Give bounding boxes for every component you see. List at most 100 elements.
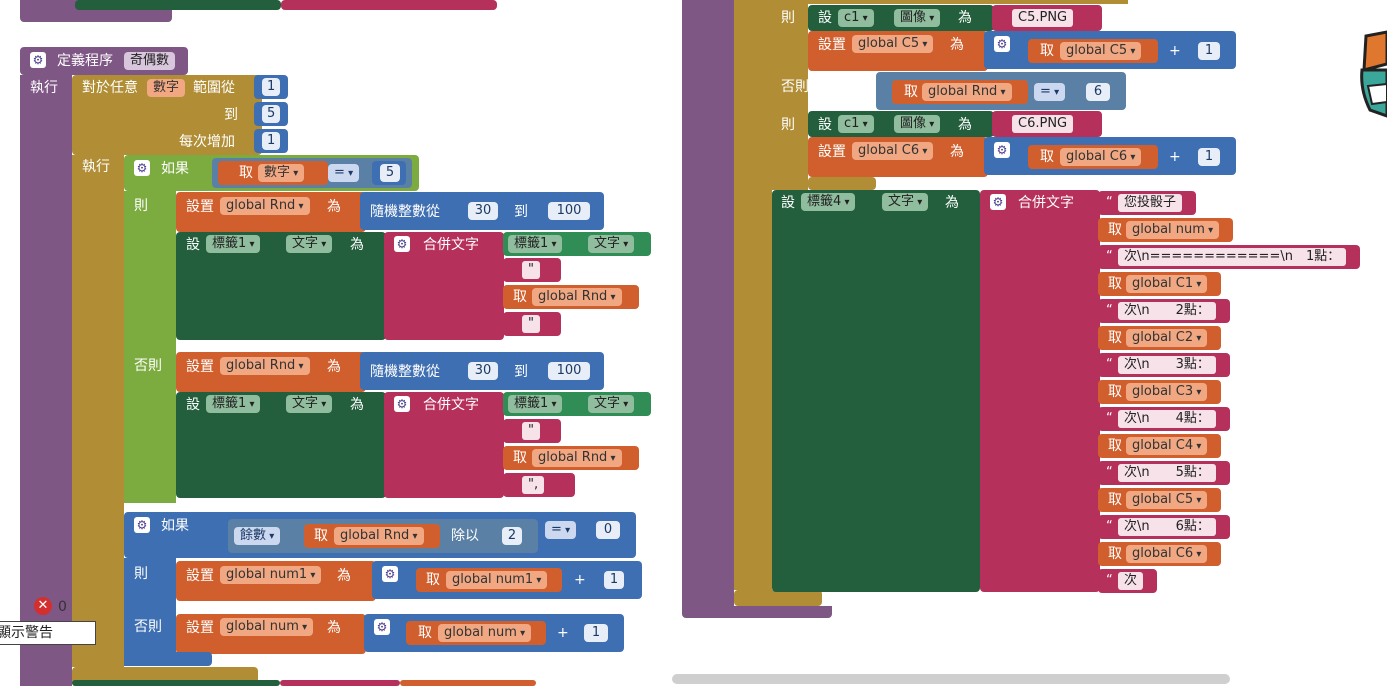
- random-from[interactable]: 30: [468, 202, 498, 220]
- text-value[interactable]: ",: [522, 476, 545, 494]
- component-dropdown[interactable]: 標籤1: [206, 235, 261, 253]
- text-value[interactable]: 次\n 5點：: [1118, 464, 1216, 482]
- text-block[interactable]: “ 次\n 3點：: [1098, 353, 1230, 377]
- text-block[interactable]: “ 次\n 6點：: [1098, 515, 1230, 539]
- text-value[interactable]: 次\n============\n 1點：: [1118, 248, 1347, 266]
- partial-block[interactable]: [72, 680, 280, 686]
- property-dropdown[interactable]: 文字: [286, 235, 333, 253]
- previous-set-block[interactable]: [75, 0, 281, 10]
- previous-join-block[interactable]: [281, 0, 497, 10]
- component-dropdown[interactable]: c1: [838, 9, 874, 27]
- divide-value[interactable]: 2: [502, 527, 522, 545]
- variable-dropdown[interactable]: global Rnd: [334, 527, 424, 545]
- text-value[interactable]: 次\n 6點：: [1118, 518, 1216, 536]
- variable-dropdown[interactable]: global C5: [1126, 491, 1208, 509]
- if-block-1-body[interactable]: [124, 191, 176, 503]
- text-block[interactable]: “ 次\n 2點：: [1098, 299, 1230, 323]
- random-to[interactable]: 100: [548, 202, 590, 220]
- for-variable-field[interactable]: 數字: [147, 79, 186, 97]
- component-dropdown[interactable]: 標籤1: [508, 395, 563, 413]
- variable-dropdown[interactable]: global num: [1126, 221, 1220, 239]
- text-value[interactable]: 次\n 3點：: [1118, 356, 1216, 374]
- get-variable-block[interactable]: 取 global num: [1098, 218, 1233, 242]
- text-value[interactable]: 次\n 4點：: [1118, 410, 1216, 428]
- operator-dropdown[interactable]: =: [1034, 83, 1066, 101]
- partial-block[interactable]: [280, 680, 400, 686]
- variable-dropdown[interactable]: global C6: [1126, 545, 1208, 563]
- get-variable-block[interactable]: 取 global C5: [1098, 488, 1221, 512]
- component-dropdown[interactable]: 標籤1: [206, 395, 261, 413]
- operator-dropdown[interactable]: =: [545, 521, 577, 539]
- gear-icon[interactable]: ⚙: [30, 52, 46, 68]
- text-value[interactable]: C6.PNG: [1012, 115, 1074, 133]
- gear-icon[interactable]: ⚙: [394, 236, 410, 252]
- variable-dropdown[interactable]: global C1: [1126, 275, 1208, 293]
- add-value[interactable]: 1: [1198, 42, 1220, 60]
- partial-block[interactable]: [400, 680, 536, 686]
- for-range-body[interactable]: [72, 155, 124, 667]
- event-block-body[interactable]: [682, 0, 734, 606]
- add-value[interactable]: 1: [584, 624, 608, 642]
- random-to[interactable]: 100: [548, 362, 590, 380]
- trash-can-icon[interactable]: [1356, 30, 1387, 118]
- variable-dropdown[interactable]: global Rnd: [220, 357, 310, 375]
- variable-dropdown[interactable]: global C5: [852, 35, 934, 53]
- get-variable-block[interactable]: 取 global C2: [1098, 326, 1221, 350]
- component-dropdown[interactable]: 標籤1: [508, 235, 563, 253]
- from-value[interactable]: 1: [262, 78, 280, 96]
- gear-icon[interactable]: ⚙: [994, 36, 1010, 52]
- math-op-dropdown[interactable]: 餘數: [234, 527, 281, 545]
- get-variable-block[interactable]: 取 global C4: [1098, 434, 1221, 458]
- variable-dropdown[interactable]: global C2: [1126, 329, 1208, 347]
- variable-dropdown[interactable]: global Rnd: [922, 83, 1012, 101]
- random-from[interactable]: 30: [468, 362, 498, 380]
- add-value[interactable]: 1: [604, 571, 624, 589]
- variable-dropdown[interactable]: global Rnd: [220, 197, 310, 215]
- text-block[interactable]: “ 您投骰子: [1098, 191, 1196, 215]
- variable-dropdown[interactable]: global num1: [446, 571, 548, 589]
- get-variable-block[interactable]: 取 global C3: [1098, 380, 1221, 404]
- property-dropdown[interactable]: 文字: [882, 193, 929, 211]
- text-block[interactable]: “次: [1098, 569, 1157, 593]
- variable-dropdown[interactable]: global num: [438, 624, 532, 642]
- compare-value[interactable]: 5: [380, 164, 400, 182]
- gear-icon[interactable]: ⚙: [134, 160, 150, 176]
- procedure-body[interactable]: [20, 75, 72, 686]
- property-dropdown[interactable]: 圖像: [894, 115, 941, 133]
- gear-icon[interactable]: ⚙: [394, 396, 410, 412]
- compare-value[interactable]: 0: [596, 521, 620, 539]
- variable-dropdown[interactable]: global Rnd: [532, 449, 622, 467]
- variable-dropdown[interactable]: global num: [220, 618, 314, 636]
- text-block[interactable]: “ 次\n============\n 1點：: [1098, 245, 1360, 269]
- get-variable-block[interactable]: 取 global C6: [1098, 542, 1221, 566]
- variable-dropdown[interactable]: global C5: [1060, 42, 1142, 60]
- add-value[interactable]: 1: [1198, 148, 1220, 166]
- component-dropdown[interactable]: c1: [838, 115, 874, 133]
- to-value[interactable]: 5: [262, 105, 280, 123]
- gear-icon[interactable]: ⚙: [134, 517, 150, 533]
- set-label4-block[interactable]: [772, 190, 980, 592]
- property-dropdown[interactable]: 文字: [286, 395, 333, 413]
- horizontal-scrollbar[interactable]: [672, 674, 1230, 684]
- step-value[interactable]: 1: [262, 132, 280, 150]
- text-value[interactable]: 次\n 2點：: [1118, 302, 1216, 320]
- text-value[interactable]: ": [522, 315, 540, 333]
- gear-icon[interactable]: ⚙: [382, 566, 398, 582]
- text-block[interactable]: “ 次\n 5點：: [1098, 461, 1230, 485]
- variable-dropdown[interactable]: global C6: [1060, 148, 1142, 166]
- text-value[interactable]: C5.PNG: [1012, 9, 1074, 27]
- variable-dropdown[interactable]: global C3: [1126, 383, 1208, 401]
- error-icon[interactable]: ✕: [34, 597, 52, 615]
- procedure-name-field[interactable]: 奇偶數: [124, 52, 176, 70]
- compare-value[interactable]: 6: [1086, 83, 1110, 101]
- gear-icon[interactable]: ⚙: [374, 619, 390, 635]
- text-value[interactable]: 次: [1118, 572, 1144, 590]
- gear-icon[interactable]: ⚙: [994, 142, 1010, 158]
- operator-dropdown[interactable]: =: [328, 164, 360, 182]
- variable-dropdown[interactable]: global Rnd: [532, 288, 622, 306]
- loop-block-body[interactable]: [734, 0, 772, 590]
- property-dropdown[interactable]: 文字: [588, 235, 635, 253]
- variable-dropdown[interactable]: 數字: [258, 164, 305, 182]
- text-block[interactable]: “ 次\n 4點：: [1098, 407, 1230, 431]
- join-text-block[interactable]: [980, 190, 1100, 592]
